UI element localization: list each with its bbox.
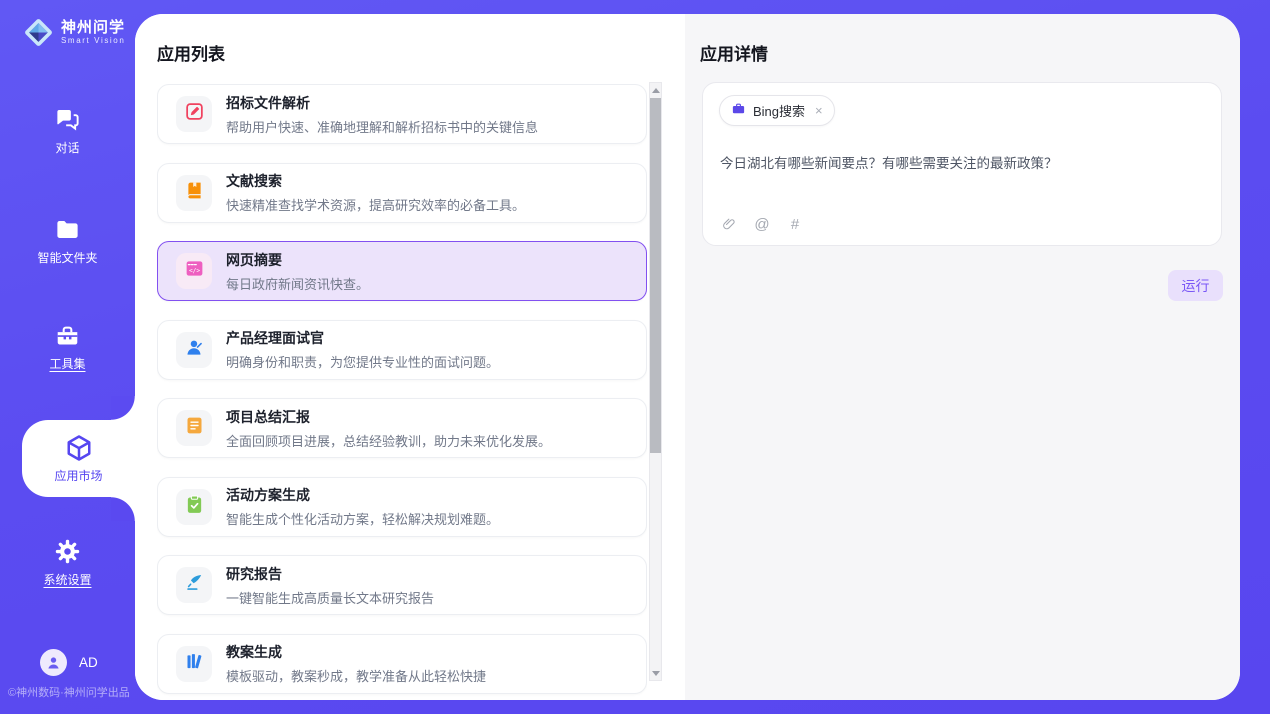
scrollbar[interactable] <box>649 82 662 681</box>
prompt-card: Bing搜索 × 今日湖北有哪些新闻要点？有哪些需要关注的最新政策？ @ # <box>702 82 1222 246</box>
sidebar-item-chat[interactable]: 对话 <box>0 106 135 156</box>
app-icon-tile <box>176 646 212 682</box>
app-card-desc: 模板驱动，教案秒成，教学准备从此轻松快捷 <box>226 666 486 685</box>
brand-logo: 神州问学 Smart Vision <box>22 16 125 49</box>
gear-icon <box>54 538 81 565</box>
sidebar-item-label: 智能文件夹 <box>37 249 97 266</box>
svg-text:</>: </> <box>188 268 199 275</box>
brand-subtitle: Smart Vision <box>61 36 125 46</box>
browser-code-icon: </> <box>184 258 205 284</box>
app-icon-tile: </> <box>176 253 212 289</box>
sidebar-item-tools[interactable]: 工具集 <box>0 322 135 372</box>
app-icon-tile <box>176 96 212 132</box>
app-card-desc: 一键智能生成高质量长文本研究报告 <box>226 588 434 607</box>
scrollbar-down-arrow[interactable] <box>650 666 661 680</box>
chat-icon <box>54 106 81 133</box>
paperclip-icon[interactable] <box>720 215 738 233</box>
app-card[interactable]: 项目总结汇报全面回顾项目进展，总结经验教训，助力未来优化发展。 <box>157 398 647 458</box>
tool-chip-bing-search[interactable]: Bing搜索 × <box>719 95 835 126</box>
app-card[interactable]: 文献搜索快速精准查找学术资源，提高研究效率的必备工具。 <box>157 163 647 223</box>
edit-square-icon <box>184 101 205 127</box>
sidebar-item-folders[interactable]: 智能文件夹 <box>0 216 135 266</box>
app-card-desc: 每日政府新闻资讯快查。 <box>226 274 369 293</box>
cube-icon <box>64 433 94 463</box>
app-icon-tile <box>176 410 212 446</box>
app-card-desc: 快速精准查找学术资源，提高研究效率的必备工具。 <box>226 195 525 214</box>
briefcase-icon <box>731 101 746 121</box>
chip-close-icon[interactable]: × <box>815 104 823 117</box>
app-card-desc: 智能生成个性化活动方案，轻松解决规划难题。 <box>226 509 499 528</box>
app-icon-tile <box>176 489 212 525</box>
app-icon-tile <box>176 567 212 603</box>
app-card-title: 研究报告 <box>226 564 434 584</box>
scrollbar-up-arrow[interactable] <box>650 83 661 97</box>
sidebar-item-market[interactable]: 应用市场 <box>22 420 135 497</box>
app-card-desc: 明确身份和职责，为您提供专业性的面试问题。 <box>226 352 499 371</box>
avatar[interactable] <box>40 649 67 676</box>
brand-name: 神州问学 <box>61 19 125 36</box>
query-input[interactable]: 今日湖北有哪些新闻要点？有哪些需要关注的最新政策？ <box>720 152 1200 172</box>
hash-icon[interactable]: # <box>786 215 804 233</box>
app-card[interactable]: 教案生成模板驱动，教案秒成，教学准备从此轻松快捷 <box>157 634 647 694</box>
user-icon <box>45 654 62 671</box>
tool-chip-label: Bing搜索 <box>753 101 805 120</box>
app-card-title: 文献搜索 <box>226 171 525 191</box>
app-card-title: 项目总结汇报 <box>226 407 551 427</box>
clipboard-check-icon <box>184 494 205 520</box>
app-detail-title: 应用详情 <box>700 40 768 65</box>
folder-icon <box>54 216 81 243</box>
sidebar: 神州问学 Smart Vision 对话智能文件夹工具集系统设置 应用市场 AD… <box>0 0 135 714</box>
app-icon-tile <box>176 332 212 368</box>
app-card[interactable]: </> 网页摘要每日政府新闻资讯快查。 <box>157 241 647 301</box>
at-icon[interactable]: @ <box>753 215 771 233</box>
book-icon <box>184 180 205 206</box>
app-card[interactable]: 产品经理面试官明确身份和职责，为您提供专业性的面试问题。 <box>157 320 647 380</box>
app-card-title: 教案生成 <box>226 642 486 662</box>
sidebar-item-settings[interactable]: 系统设置 <box>0 538 135 588</box>
note-icon <box>184 415 205 441</box>
toolbox-icon <box>54 322 81 349</box>
app-list-pane: 应用列表 招标文件解析帮助用户快速、准确地理解和解析招标书中的关键信息文献搜索快… <box>135 14 685 700</box>
app-card-title: 活动方案生成 <box>226 485 499 505</box>
app-card-list: 招标文件解析帮助用户快速、准确地理解和解析招标书中的关键信息文献搜索快速精准查找… <box>157 84 647 700</box>
brand-diamond-icon <box>22 16 55 49</box>
sidebar-item-label: 系统设置 <box>43 571 91 588</box>
sidebar-item-label: 对话 <box>55 139 79 156</box>
copyright-text: ©神州数码·神州问学出品 <box>8 684 138 700</box>
composer-toolbar: @ # <box>720 215 804 233</box>
app-card[interactable]: 招标文件解析帮助用户快速、准确地理解和解析招标书中的关键信息 <box>157 84 647 144</box>
app-card-title: 产品经理面试官 <box>226 328 499 348</box>
sidebar-item-label: 应用市场 <box>54 467 102 484</box>
app-card[interactable]: 研究报告一键智能生成高质量长文本研究报告 <box>157 555 647 615</box>
run-button[interactable]: 运行 <box>1168 270 1223 301</box>
scrollbar-thumb[interactable] <box>650 98 661 453</box>
quill-icon <box>184 572 205 598</box>
bubble-fillet-bottom <box>111 497 135 521</box>
app-card-title: 招标文件解析 <box>226 93 538 113</box>
app-card[interactable]: 活动方案生成智能生成个性化活动方案，轻松解决规划难题。 <box>157 477 647 537</box>
app-detail-pane: 应用详情 Bing搜索 × 今日湖北有哪些新闻要点？有哪些需要关注的最新政策？ … <box>685 14 1240 700</box>
main-panel: 应用列表 招标文件解析帮助用户快速、准确地理解和解析招标书中的关键信息文献搜索快… <box>135 14 1240 700</box>
bubble-fillet-top <box>111 396 135 420</box>
app-card-title: 网页摘要 <box>226 250 369 270</box>
user-account[interactable]: AD <box>40 649 98 676</box>
app-card-desc: 全面回顾项目进展，总结经验教训，助力未来优化发展。 <box>226 431 551 450</box>
sidebar-item-label: 工具集 <box>49 355 85 372</box>
books-icon <box>184 651 205 677</box>
app-card-desc: 帮助用户快速、准确地理解和解析招标书中的关键信息 <box>226 117 538 136</box>
app-list-title: 应用列表 <box>157 40 225 65</box>
person-icon <box>184 337 205 363</box>
app-icon-tile <box>176 175 212 211</box>
user-initials: AD <box>79 655 98 670</box>
